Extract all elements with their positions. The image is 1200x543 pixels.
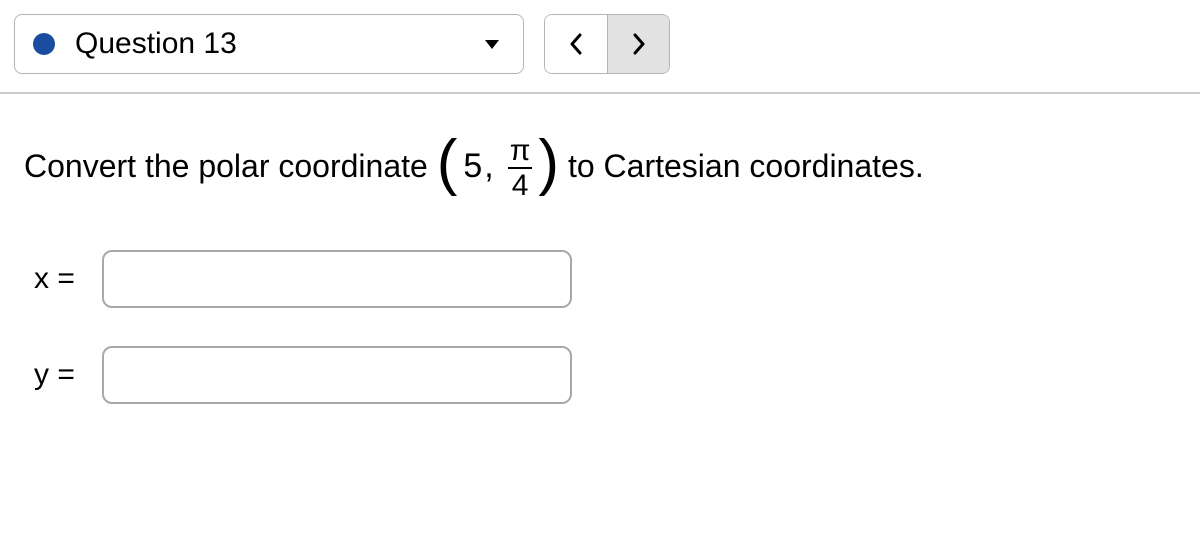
header-divider (0, 92, 1200, 94)
y-label: y = (34, 358, 102, 392)
question-label: Question 13 (75, 27, 475, 61)
question-body: Convert the polar coordinate ( 5 , π 4 )… (14, 132, 1186, 404)
prompt-post-text: to Cartesian coordinates. (559, 148, 924, 185)
polar-theta-fraction: π 4 (508, 134, 533, 202)
x-answer-row: x = (24, 250, 1176, 308)
caret-down-icon (485, 40, 499, 49)
question-selector-dropdown[interactable]: Question 13 (14, 14, 524, 74)
theta-numerator: π (508, 134, 533, 167)
question-header: Question 13 (14, 14, 1186, 74)
y-answer-row: y = (24, 346, 1176, 404)
question-prompt: Convert the polar coordinate ( 5 , π 4 )… (24, 132, 1176, 200)
polar-r-value: 5 (463, 147, 482, 186)
left-paren: ( (437, 132, 458, 194)
x-input[interactable] (102, 250, 572, 308)
right-paren: ) (538, 132, 559, 194)
theta-denominator: 4 (510, 169, 531, 202)
chevron-left-icon (568, 32, 584, 56)
prev-question-button[interactable] (545, 15, 607, 73)
chevron-right-icon (631, 32, 647, 56)
prompt-pre-text: Convert the polar coordinate (24, 148, 437, 185)
status-dot-icon (33, 33, 55, 55)
x-label: x = (34, 262, 102, 296)
question-nav-group (544, 14, 670, 74)
polar-comma: , (484, 147, 493, 186)
next-question-button[interactable] (607, 15, 669, 73)
y-input[interactable] (102, 346, 572, 404)
